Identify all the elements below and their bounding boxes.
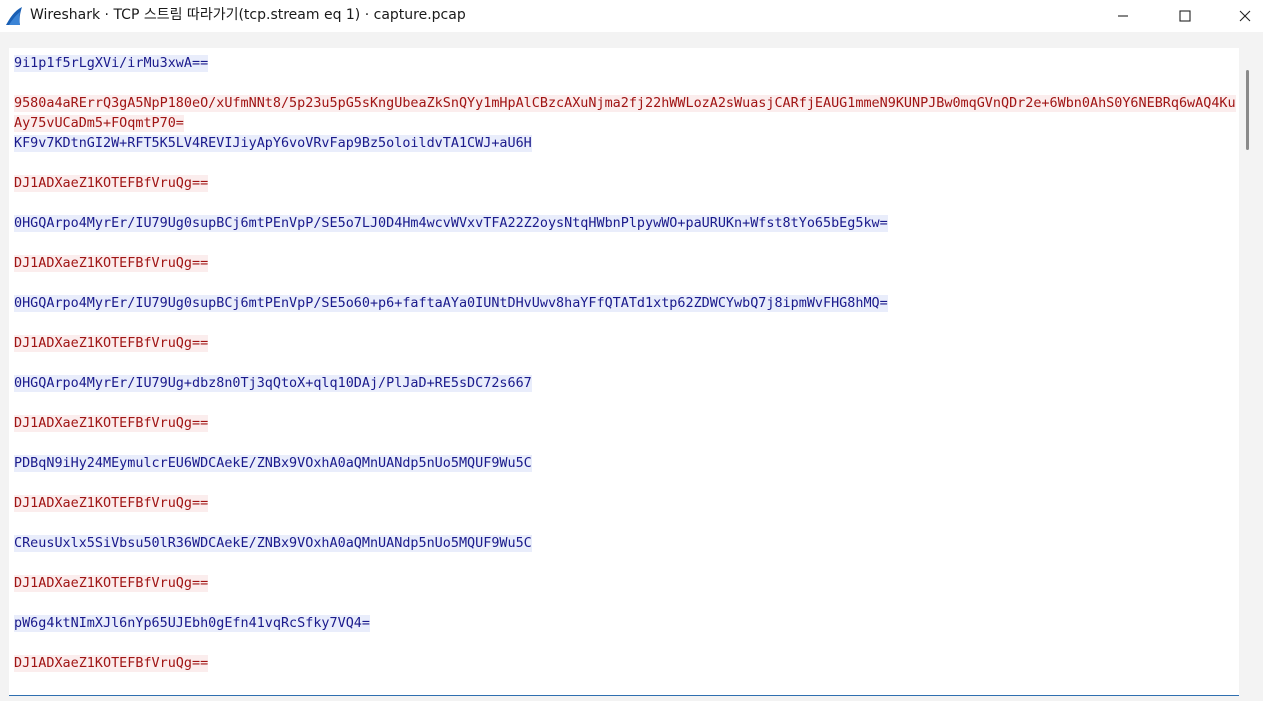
- client-data-line: CReusUxlx5SiVbsu50lR36WDCAekE/ZNBx9VOxhA…: [14, 534, 1236, 554]
- server-data-line: DJ1ADXaeZ1KOTEFBfVruQg==: [14, 654, 1236, 674]
- close-icon: [1239, 7, 1251, 26]
- window-title: Wireshark · TCP 스트림 따라가기(tcp.stream eq 1…: [30, 7, 466, 23]
- stream-text: 0HGQArpo4MyrEr/IU79Ug0supBCj6mtPEnVpP/SE…: [14, 295, 888, 312]
- vertical-scrollbar[interactable]: [1241, 48, 1255, 696]
- server-data-line: DJ1ADXaeZ1KOTEFBfVruQg==: [14, 494, 1236, 514]
- stream-text: DJ1ADXaeZ1KOTEFBfVruQg==: [14, 175, 209, 192]
- client-data-line: KF9v7KDtnGI2W+RFT5K5LV4REVIJiyApY6voVRvF…: [14, 134, 1236, 154]
- server-data-line: 9580a4aRErrQ3gA5NpP180eO/xUfmNNt8/5p23u5…: [14, 94, 1236, 134]
- stream-text: 9580a4aRErrQ3gA5NpP180eO/xUfmNNt8/5p23u5…: [14, 95, 1236, 132]
- client-data-line: pW6g4ktNImXJl6nYp65UJEbh0gEfn41vqRcSfky7…: [14, 614, 1236, 634]
- scrollbar-thumb[interactable]: [1246, 70, 1249, 150]
- stream-text: KF9v7KDtnGI2W+RFT5K5LV4REVIJiyApY6voVRvF…: [14, 135, 532, 152]
- follow-tcp-stream-window: Wireshark · TCP 스트림 따라가기(tcp.stream eq 1…: [0, 0, 1263, 701]
- maximize-icon: [1179, 7, 1191, 26]
- stream-text: PDBqN9iHy24MEymulcrEU6WDCAekE/ZNBx9VOxhA…: [14, 455, 532, 472]
- server-data-line: DJ1ADXaeZ1KOTEFBfVruQg==: [14, 574, 1236, 594]
- stream-content-pane[interactable]: 9i1p1f5rLgXVi/irMu3xwA== 9580a4aRErrQ3gA5…: [9, 48, 1239, 696]
- minimize-button[interactable]: [1100, 0, 1146, 32]
- server-data-line: DJ1ADXaeZ1KOTEFBfVruQg==: [14, 254, 1236, 274]
- stream-text: DJ1ADXaeZ1KOTEFBfVruQg==: [14, 415, 209, 432]
- maximize-button[interactable]: [1162, 0, 1208, 32]
- stream-text: pW6g4ktNImXJl6nYp65UJEbh0gEfn41vqRcSfky7…: [14, 615, 370, 632]
- stream-text: DJ1ADXaeZ1KOTEFBfVruQg==: [14, 655, 209, 672]
- stream-text: 0HGQArpo4MyrEr/IU79Ug+dbz8n0Tj3qQtoX+qlq…: [14, 375, 532, 392]
- minimize-icon: [1117, 7, 1129, 26]
- server-data-line: DJ1ADXaeZ1KOTEFBfVruQg==: [14, 174, 1236, 194]
- stream-text: DJ1ADXaeZ1KOTEFBfVruQg==: [14, 575, 209, 592]
- wireshark-fin-icon: [4, 6, 24, 26]
- title-bar[interactable]: Wireshark · TCP 스트림 따라가기(tcp.stream eq 1…: [0, 0, 1263, 32]
- server-data-line: DJ1ADXaeZ1KOTEFBfVruQg==: [14, 334, 1236, 354]
- client-data-line: 9i1p1f5rLgXVi/irMu3xwA==: [14, 54, 1236, 74]
- server-data-line: DJ1ADXaeZ1KOTEFBfVruQg==: [14, 414, 1236, 434]
- client-data-line: 0HGQArpo4MyrEr/IU79Ug+dbz8n0Tj3qQtoX+qlq…: [14, 374, 1236, 394]
- stream-text: CReusUxlx5SiVbsu50lR36WDCAekE/ZNBx9VOxhA…: [14, 535, 532, 552]
- client-data-line: 0HGQArpo4MyrEr/IU79Ug0supBCj6mtPEnVpP/SE…: [14, 294, 1236, 314]
- client-data-line: PDBqN9iHy24MEymulcrEU6WDCAekE/ZNBx9VOxhA…: [14, 454, 1236, 474]
- stream-text: DJ1ADXaeZ1KOTEFBfVruQg==: [14, 335, 209, 352]
- stream-text: DJ1ADXaeZ1KOTEFBfVruQg==: [14, 255, 209, 272]
- client-data-line: 0HGQArpo4MyrEr/IU79Ug0supBCj6mtPEnVpP/SE…: [14, 214, 1236, 234]
- close-button[interactable]: [1222, 0, 1263, 32]
- stream-text: DJ1ADXaeZ1KOTEFBfVruQg==: [14, 495, 209, 512]
- stream-text: 9i1p1f5rLgXVi/irMu3xwA==: [14, 55, 209, 72]
- pane-bottom-border: [9, 695, 1239, 696]
- stream-text: 0HGQArpo4MyrEr/IU79Ug0supBCj6mtPEnVpP/SE…: [14, 215, 888, 232]
